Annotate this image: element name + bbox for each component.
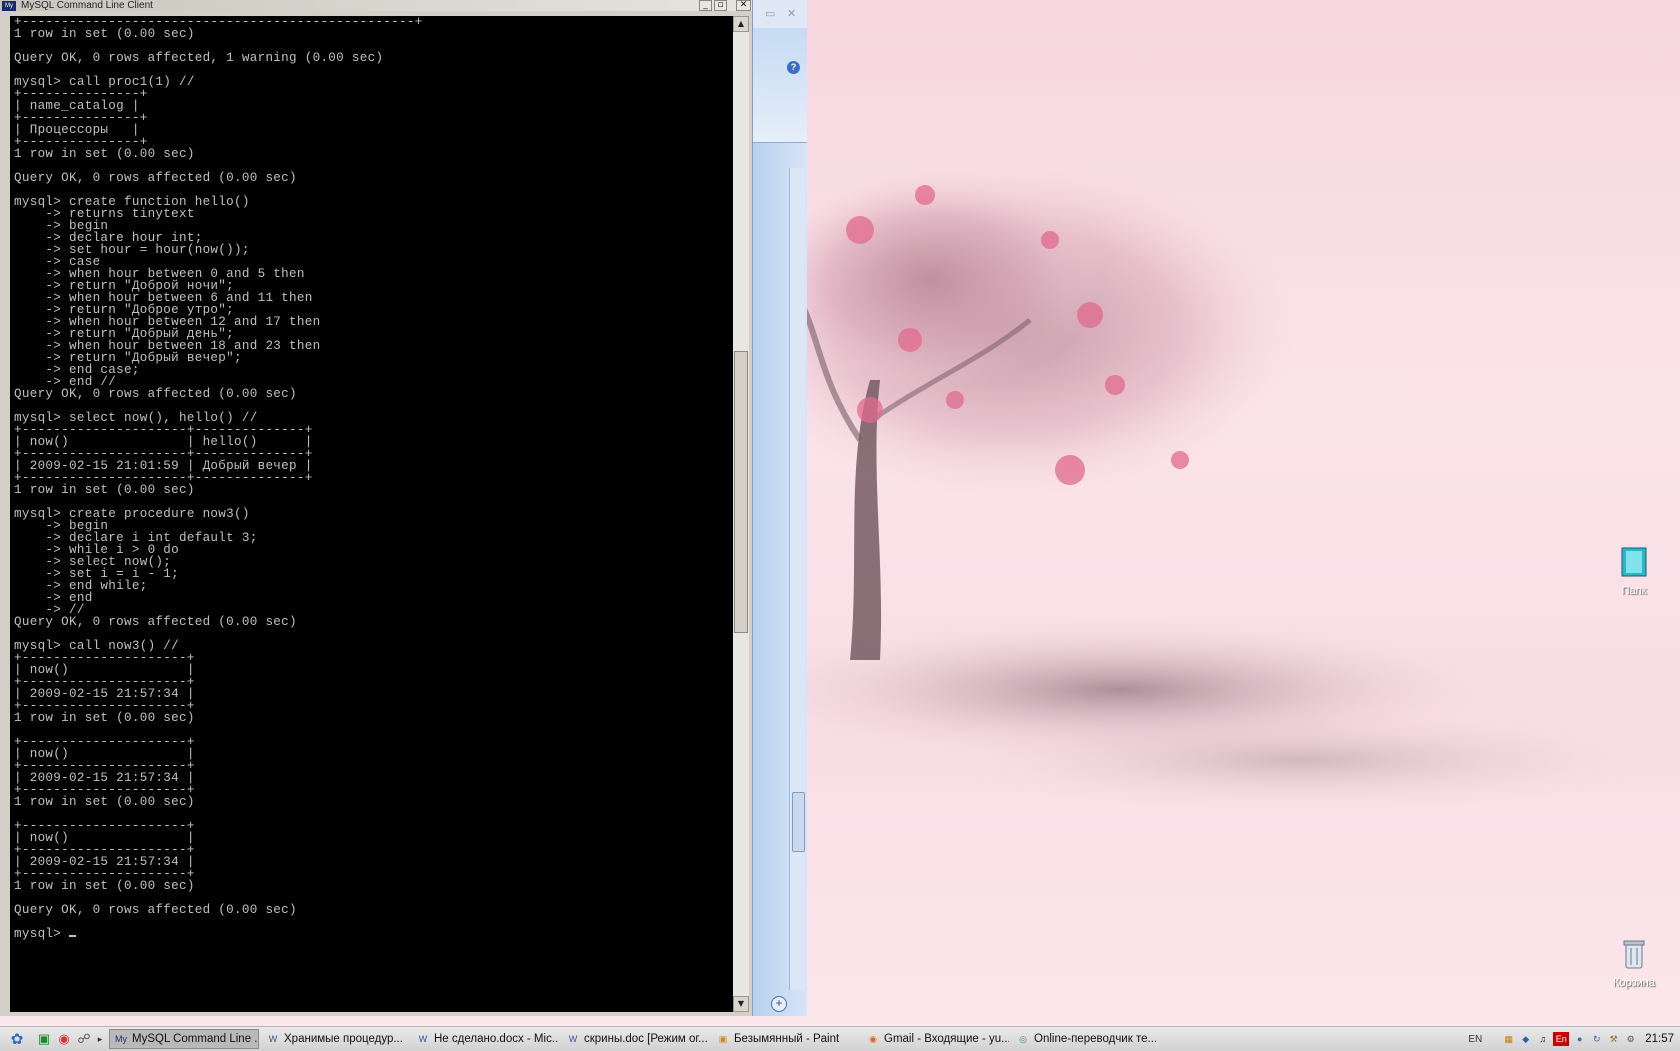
mysql-icon: My — [115, 1034, 127, 1044]
taskbar: ✿ ▣ ◉ ☍ ▸ My MySQL Command Line ... W Храни… — [0, 1026, 1680, 1051]
taskbar-button-label: Online-переводчик те... — [1034, 1033, 1158, 1045]
window-title: MySQL Command Line Client — [21, 0, 153, 11]
start-button[interactable]: ✿ — [0, 1028, 34, 1050]
taskbar-button-label: Безымянный - Paint — [734, 1033, 840, 1045]
system-tray: EN ▦ ◆ ♫ En ● ↻ ⚒ ⚙ 21:57 — [1468, 1027, 1680, 1051]
taskbar-button[interactable]: ▣ Безымянный - Paint — [712, 1029, 859, 1049]
taskbar-button[interactable]: W Не сделано.docx - Mic... — [412, 1029, 559, 1049]
paint-icon: ▣ — [718, 1033, 728, 1044]
desktop-icon-label: Корзина — [1613, 977, 1655, 989]
tray-app-icon[interactable]: ▦ — [1502, 1032, 1515, 1046]
terminal-output[interactable]: +---------------------------------------… — [10, 16, 733, 1012]
minimize-button[interactable]: _ — [699, 0, 712, 11]
tray-volume-icon[interactable]: ♫ — [1536, 1032, 1549, 1046]
tray-network-icon[interactable]: ● — [1573, 1032, 1586, 1046]
terminal-line: 1 row in set (0.00 sec) — [14, 147, 195, 161]
terminal-line: 1 row in set (0.00 sec) — [14, 879, 195, 893]
zoom-in-icon[interactable]: + — [771, 996, 787, 1012]
quicklaunch-network-icon[interactable]: ☍ — [74, 1030, 94, 1048]
taskbar-button-label: MySQL Command Line ... — [132, 1033, 259, 1045]
terminal-line: 1 row in set (0.00 sec) — [14, 483, 195, 497]
chrome-icon: ◎ — [1019, 1033, 1027, 1044]
scroll-down-button[interactable]: ▼ — [733, 996, 749, 1012]
quicklaunch-app-icon[interactable]: ▣ — [34, 1030, 54, 1048]
taskbar-clock[interactable]: 21:57 — [1645, 1033, 1674, 1045]
taskbar-buttons: My MySQL Command Line ... W Хранимые процед… — [106, 1029, 1161, 1049]
close-icon[interactable]: ✕ — [787, 7, 796, 20]
desktop-icon-recycle-bin[interactable]: Корзина — [1602, 938, 1666, 989]
quicklaunch-chevron-icon[interactable]: ▸ — [94, 1030, 106, 1048]
terminal-line: Query OK, 0 rows affected, 1 warning (0.… — [14, 51, 384, 65]
mysql-icon: My — [2, 0, 16, 11]
word-icon: W — [268, 1034, 278, 1044]
taskbar-button[interactable]: ◉ Gmail - Входящие - yu... — [862, 1029, 1009, 1049]
quicklaunch-chrome-icon[interactable]: ◉ — [54, 1030, 74, 1048]
close-button[interactable]: ✕ — [736, 0, 751, 11]
tray-shield-icon[interactable]: ◆ — [1519, 1032, 1532, 1046]
terminal-line: 1 row in set (0.00 sec) — [14, 27, 195, 41]
terminal-line: Query OK, 0 rows affected (0.00 sec) — [14, 387, 297, 401]
taskbar-button[interactable]: Wскрины.doc [Режим ог... — [562, 1029, 709, 1049]
text-cursor — [69, 935, 77, 937]
scrollbar-thumb[interactable] — [734, 351, 748, 633]
word-icon: W — [418, 1034, 428, 1044]
firefox-icon: ◉ — [869, 1033, 877, 1044]
terminal-vertical-scrollbar[interactable]: ▲ ▼ — [733, 16, 749, 1012]
word-title-bar[interactable]: ▭ ✕ — [753, 0, 807, 28]
tray-sync-icon[interactable]: ↻ — [1590, 1032, 1603, 1046]
tray-settings-icon[interactable]: ⚙ — [1624, 1032, 1637, 1046]
terminal-line: Query OK, 0 rows affected (0.00 sec) — [14, 903, 297, 917]
taskbar-button-label: Хранимые процедур... — [284, 1033, 403, 1045]
scrollbar-thumb[interactable] — [792, 792, 805, 852]
terminal-line: 1 row in set (0.00 sec) — [14, 711, 195, 725]
terminal-line: Query OK, 0 rows affected (0.00 sec) — [14, 615, 297, 629]
word-window-edge[interactable]: ▭ ✕ ? + — [752, 0, 807, 1016]
folder-icon — [1621, 547, 1647, 577]
terminal-line: 1 row in set (0.00 sec) — [14, 795, 195, 809]
recycle-bin-icon — [1623, 940, 1645, 969]
mysql-console-window[interactable]: My MySQL Command Line Client _ ▫ ✕ +----… — [0, 0, 752, 1016]
language-indicator[interactable]: EN — [1468, 1034, 1482, 1045]
taskbar-button[interactable]: ◎ Online-переводчик те... — [1012, 1029, 1161, 1049]
taskbar-button-label: скрины.doc [Режим ог... — [584, 1033, 708, 1045]
taskbar-button-label: Gmail - Входящие - yu... — [884, 1033, 1009, 1045]
maximize-button[interactable]: ▫ — [714, 0, 727, 11]
tray-language-icon[interactable]: En — [1553, 1032, 1570, 1046]
taskbar-button-label: Не сделано.docx - Mic... — [434, 1033, 559, 1045]
taskbar-button[interactable]: W Хранимые процедур... — [262, 1029, 409, 1049]
minimize-icon[interactable]: ▭ — [765, 7, 775, 20]
taskbar-button[interactable]: My MySQL Command Line ... — [109, 1029, 259, 1049]
desktop-icon-folder[interactable]: Папк — [1602, 546, 1666, 597]
word-ribbon: ? — [753, 28, 807, 143]
terminal-prompt[interactable]: mysql> — [14, 927, 69, 941]
start-icon: ✿ — [10, 1031, 24, 1048]
window-title-bar[interactable]: My MySQL Command Line Client _ ▫ ✕ — [0, 0, 752, 11]
scroll-up-button[interactable]: ▲ — [733, 16, 749, 32]
terminal-line: Query OK, 0 rows affected (0.00 sec) — [14, 171, 297, 185]
word-icon: W — [568, 1034, 578, 1044]
tray-tool-icon[interactable]: ⚒ — [1607, 1032, 1620, 1046]
word-vertical-scrollbar[interactable] — [789, 168, 805, 990]
desktop-icon-label: Папк — [1621, 585, 1647, 597]
help-icon[interactable]: ? — [787, 61, 800, 74]
terminal-text: +---------------------------------------… — [10, 16, 733, 940]
